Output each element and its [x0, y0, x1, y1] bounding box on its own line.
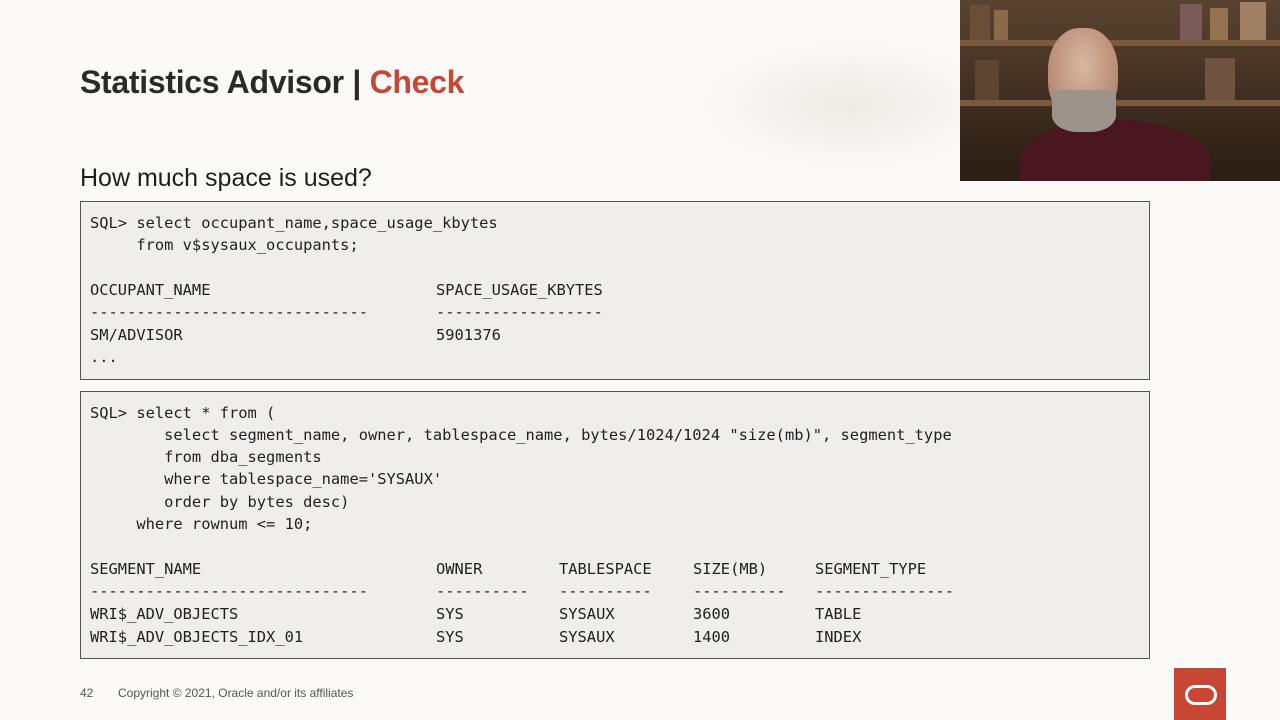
result-cell: SYSAUX — [559, 628, 615, 646]
background-texture — [700, 40, 1000, 170]
page-number: 42 — [80, 686, 94, 700]
presenter-body — [1020, 120, 1210, 181]
presenter-video — [960, 0, 1280, 181]
column-header: OCCUPANT_NAME — [90, 281, 211, 299]
result-cell: SM/ADVISOR — [90, 326, 183, 344]
result-cell: SYS — [436, 628, 464, 646]
column-header: SEGMENT_NAME — [90, 560, 202, 578]
title-main: Statistics Advisor | — [80, 64, 370, 100]
bookshelf — [960, 40, 1280, 46]
book — [975, 60, 999, 100]
header-rule: ------------------------------ — [90, 303, 368, 321]
bookshelf — [960, 100, 1280, 106]
oracle-ring-icon — [1185, 685, 1217, 705]
result-cell: SYS — [436, 605, 464, 623]
column-header: SIZE(MB) — [693, 560, 768, 578]
sql-line: where tablespace_name='SYSAUX' — [90, 470, 443, 488]
header-rule: --------------- — [815, 582, 954, 600]
sql-line: from v$sysaux_occupants; — [90, 236, 359, 254]
code-block-occupants: SQL> select occupant_name,space_usage_kb… — [80, 201, 1150, 380]
sql-line: from dba_segments — [90, 448, 322, 466]
header-rule: ------------------------------ — [90, 582, 368, 600]
sql-line: where rownum <= 10; — [90, 515, 313, 533]
column-header: TABLESPACE — [559, 560, 652, 578]
ellipsis: ... — [90, 348, 118, 366]
slide-title: Statistics Advisor | Check — [80, 64, 464, 101]
result-cell: INDEX — [815, 628, 862, 646]
header-rule: ---------- — [436, 582, 529, 600]
header-rule: ---------- — [693, 582, 786, 600]
column-header: SEGMENT_TYPE — [815, 560, 927, 578]
book — [1240, 2, 1266, 40]
result-cell: TABLE — [815, 605, 862, 623]
book — [1180, 4, 1202, 40]
code-block-segments: SQL> select * from ( select segment_name… — [80, 391, 1150, 659]
sql-line: order by bytes desc) — [90, 493, 350, 511]
copyright-text: Copyright © 2021, Oracle and/or its affi… — [118, 686, 354, 700]
header-rule: ------------------ — [436, 303, 603, 321]
book — [1205, 58, 1235, 100]
book — [1210, 8, 1228, 40]
sql-line: select segment_name, owner, tablespace_n… — [90, 426, 952, 444]
result-cell: 5901376 — [436, 326, 501, 344]
result-cell: SYSAUX — [559, 605, 615, 623]
result-cell: 1400 — [693, 628, 731, 646]
title-accent: Check — [369, 64, 465, 100]
result-cell: WRI$_ADV_OBJECTS — [90, 605, 239, 623]
slide-subtitle: How much space is used? — [80, 164, 372, 192]
oracle-logo — [1174, 668, 1226, 720]
header-rule: ---------- — [559, 582, 652, 600]
result-cell: WRI$_ADV_OBJECTS_IDX_01 — [90, 628, 304, 646]
result-cell: 3600 — [693, 605, 731, 623]
column-header: SPACE_USAGE_KBYTES — [436, 281, 603, 299]
column-header: OWNER — [436, 560, 483, 578]
sql-line: SQL> select * from ( — [90, 404, 276, 422]
book — [994, 10, 1008, 40]
book — [970, 5, 990, 40]
sql-line: SQL> select occupant_name,space_usage_kb… — [90, 214, 498, 232]
presenter-beard — [1052, 90, 1116, 132]
